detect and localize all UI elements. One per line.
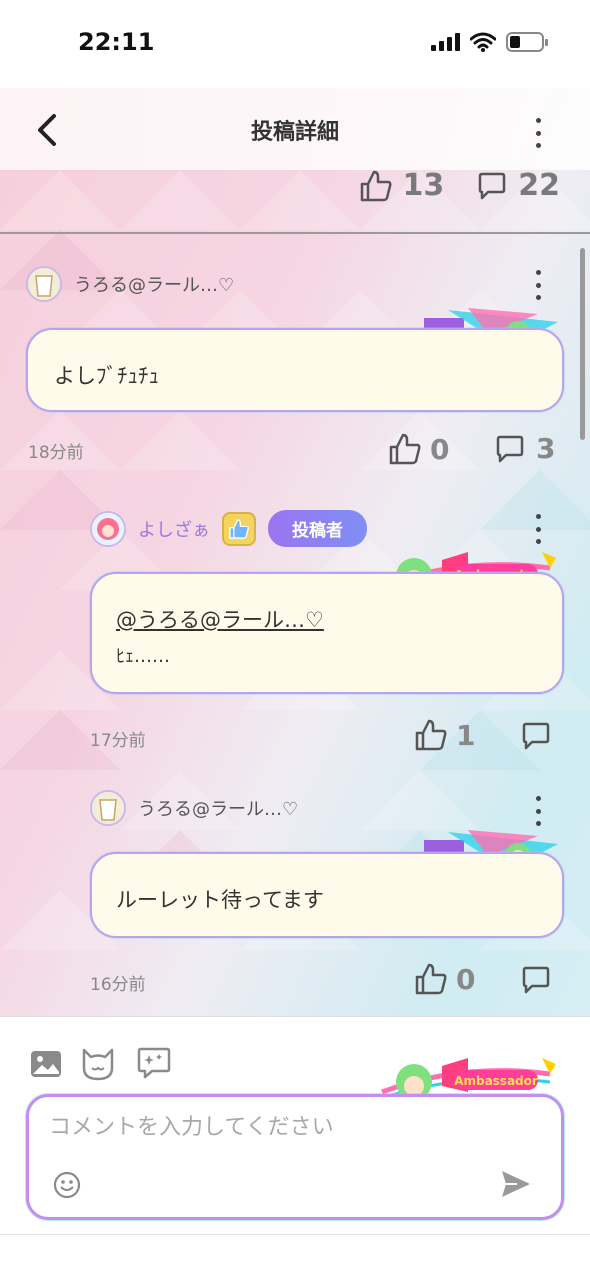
image-icon[interactable] (28, 1046, 64, 1082)
reply-comment-speech-bubble-icon[interactable] (520, 720, 552, 752)
reply-like-button[interactable]: 1 (414, 718, 475, 752)
avatar-illustration-icon (28, 268, 60, 300)
cellular-signal-icon (431, 33, 460, 51)
comment-bubble: よしﾌﾞﾁｭﾁｭ (26, 328, 564, 412)
comment-text: よしﾌﾞﾁｭﾁｭ (54, 364, 159, 388)
poster-badge: 投稿者 (268, 510, 367, 547)
reply-menu-kebab-icon[interactable] (528, 514, 548, 544)
speech-bubble-icon (479, 172, 506, 199)
post-comment-count: 22 (518, 168, 560, 203)
comment-reply-count: 3 (536, 432, 556, 465)
comment-like-button[interactable]: 0 (388, 432, 449, 466)
post-like-button[interactable]: 13 (359, 168, 445, 203)
reply-meta: 16分前 0 (90, 963, 558, 996)
comment-menu-kebab-icon[interactable] (528, 270, 548, 300)
section-divider (0, 232, 590, 234)
reply-text: ﾋｪ…… (116, 646, 170, 667)
post-stats: 13 22 (359, 168, 560, 203)
mention-link[interactable]: @うろる@ラール…♡ (116, 604, 324, 634)
thumbs-up-icon (415, 963, 447, 995)
speech-bubble-icon (496, 435, 524, 462)
comment-like-count: 0 (430, 432, 450, 466)
comment-time: 18分前 (28, 443, 84, 463)
reply-text: ルーレット待ってます (116, 888, 324, 912)
reply-bubble: ルーレット待ってます (90, 852, 564, 938)
scrollbar[interactable] (580, 248, 585, 440)
reply-like-button[interactable]: 0 (414, 962, 475, 996)
bottom-safe-area (0, 1234, 590, 1280)
avatar-illustration-icon (92, 792, 124, 824)
comment-input-box (26, 1094, 564, 1220)
post-menu-kebab-icon[interactable] (528, 118, 548, 148)
reply-author[interactable]: よしざぁ (138, 516, 210, 542)
thumbs-up-icon (360, 170, 391, 201)
status-time: 22:11 (78, 28, 155, 56)
post-like-count: 13 (402, 168, 445, 203)
comment-meta: 18分前 0 3 (28, 432, 558, 466)
battery-icon (506, 32, 548, 52)
avatar[interactable] (90, 790, 126, 826)
reply-header: よしざぁ 投稿者 (90, 510, 367, 547)
comment-input[interactable] (49, 1115, 529, 1140)
avatar[interactable] (90, 510, 126, 547)
reply-time: 17分前 (90, 731, 146, 751)
top-navigation-bar: 投稿詳細 (0, 88, 590, 170)
post-comment-button[interactable]: 22 (476, 168, 560, 203)
sparkle-chat-icon[interactable] (136, 1046, 172, 1082)
thumbs-up-icon (415, 719, 447, 751)
reply-menu-kebab-icon[interactable] (528, 796, 548, 826)
reply-header: うろる@ラール…♡ (90, 790, 298, 826)
reply-like-count: 1 (456, 718, 476, 752)
comment-reply-button[interactable]: 3 (494, 432, 555, 465)
comment-header: うろる@ラール…♡ (26, 266, 234, 302)
avatar-illustration-icon (92, 512, 124, 545)
reply-time: 16分前 (90, 975, 146, 995)
emoji-smiley-icon[interactable] (53, 1171, 81, 1199)
reply-meta: 17分前 1 (90, 719, 558, 752)
thumbs-up-badge-icon (222, 511, 256, 546)
status-bar: 22:11 (0, 0, 590, 88)
comment-author[interactable]: うろる@ラール…♡ (74, 271, 234, 297)
ambassador-label: Ambassador (454, 1074, 538, 1088)
send-icon[interactable] (499, 1167, 533, 1201)
cat-face-icon[interactable] (80, 1046, 116, 1082)
wifi-icon (470, 32, 496, 52)
page-title: 投稿詳細 (250, 120, 339, 145)
thumbs-up-icon (389, 433, 421, 465)
reply-like-count: 0 (456, 962, 476, 996)
reply-bubble: @うろる@ラール…♡ ﾋｪ…… (90, 572, 564, 694)
reply-author[interactable]: うろる@ラール…♡ (138, 795, 298, 821)
avatar[interactable] (26, 266, 62, 302)
reply-comment-speech-bubble-icon[interactable] (520, 964, 552, 996)
